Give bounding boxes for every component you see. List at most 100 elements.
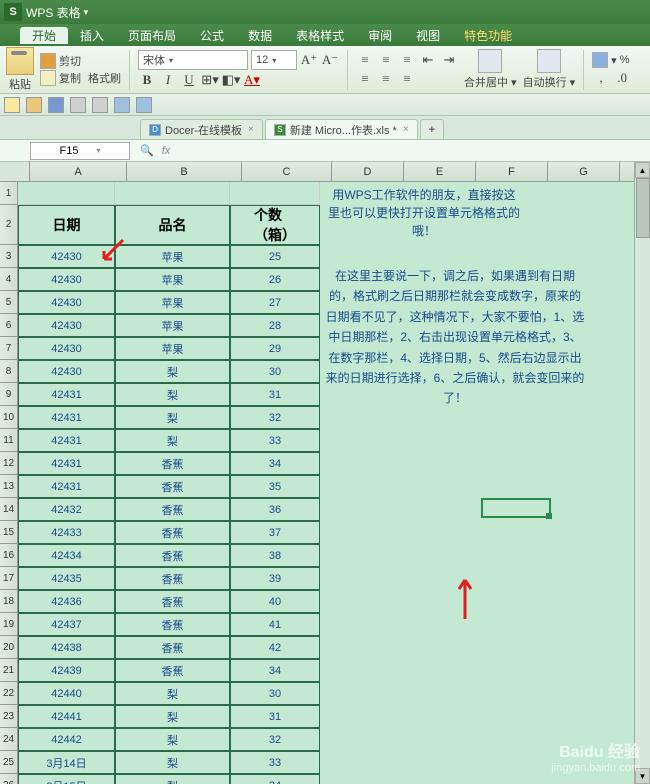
data-cell[interactable]: 40 [230,590,320,613]
data-cell[interactable]: 33 [230,429,320,452]
row-header[interactable]: 19 [0,613,18,636]
preview-icon[interactable] [92,97,108,113]
data-cell[interactable]: 32 [230,728,320,751]
data-cell[interactable]: 香蕉 [115,498,230,521]
data-cell[interactable]: 香蕉 [115,590,230,613]
menu-数据[interactable]: 数据 [236,27,284,44]
data-cell[interactable]: 27 [230,291,320,314]
document-tab[interactable]: DDocer-在线模板× [140,119,263,139]
data-cell[interactable]: 梨 [115,682,230,705]
spreadsheet-grid[interactable]: ABCDEFG 12345678910111213141516171819202… [0,162,650,784]
new-tab-button[interactable]: + [420,119,444,139]
format-painter-button[interactable]: 格式刷 [88,70,121,86]
decrease-font-icon[interactable]: A⁻ [321,51,339,69]
cell[interactable] [115,182,230,205]
data-cell[interactable]: 25 [230,245,320,268]
align-middle-icon[interactable]: ≡ [377,51,395,69]
data-cell[interactable]: 香蕉 [115,613,230,636]
data-cell[interactable]: 梨 [115,705,230,728]
table-header[interactable]: 品名 [115,205,230,245]
number-format-icon[interactable] [592,52,608,68]
undo-icon[interactable] [114,97,130,113]
row-header[interactable]: 1 [0,182,18,205]
row-header[interactable]: 18 [0,590,18,613]
data-cell[interactable]: 37 [230,521,320,544]
percent-button[interactable]: % [620,54,630,66]
scroll-thumb[interactable] [636,178,650,238]
data-cell[interactable]: 38 [230,544,320,567]
data-cell[interactable]: 香蕉 [115,659,230,682]
data-cell[interactable]: 3月14日 [18,751,115,774]
merge-center-button[interactable]: 合并居中 ▾ [464,74,517,90]
data-cell[interactable]: 28 [230,314,320,337]
data-cell[interactable]: 31 [230,705,320,728]
font-combo[interactable]: 宋体▾ [138,50,248,70]
col-header-D[interactable]: D [332,162,404,181]
row-header[interactable]: 14 [0,498,18,521]
new-icon[interactable] [4,97,20,113]
data-cell[interactable]: 42437 [18,613,115,636]
table-header[interactable]: 日期 [18,205,115,245]
data-cell[interactable]: 34 [230,659,320,682]
menu-页面布局[interactable]: 页面布局 [116,27,188,44]
data-cell[interactable]: 42434 [18,544,115,567]
font-size-combo[interactable]: 12▾ [251,50,297,70]
scissors-icon[interactable] [40,53,56,69]
align-center-icon[interactable]: ≡ [377,70,395,88]
data-cell[interactable]: 42441 [18,705,115,728]
data-cell[interactable]: 42433 [18,521,115,544]
merge-icon[interactable] [478,49,502,73]
menu-插入[interactable]: 插入 [68,27,116,44]
col-header-A[interactable]: A [30,162,127,181]
menu-公式[interactable]: 公式 [188,27,236,44]
row-header[interactable]: 6 [0,314,18,337]
row-header[interactable]: 8 [0,360,18,383]
app-menu-dropdown-icon[interactable]: ▾ [84,7,89,18]
data-cell[interactable]: 34 [230,774,320,784]
select-all-corner[interactable] [0,162,30,181]
open-icon[interactable] [26,97,42,113]
row-header[interactable]: 5 [0,291,18,314]
increase-font-icon[interactable]: A⁺ [300,51,318,69]
align-bottom-icon[interactable]: ≡ [398,51,416,69]
underline-button[interactable]: U [180,71,198,89]
row-header[interactable]: 25 [0,751,18,774]
data-cell[interactable]: 34 [230,452,320,475]
data-cell[interactable]: 3月15日 [18,774,115,784]
bold-button[interactable]: B [138,71,156,89]
indent-right-icon[interactable]: ⇥ [440,51,458,69]
row-header[interactable]: 23 [0,705,18,728]
col-header-F[interactable]: F [476,162,548,181]
decrease-decimal-icon[interactable]: .0 [613,69,631,87]
align-top-icon[interactable]: ≡ [356,51,374,69]
menu-审阅[interactable]: 审阅 [356,27,404,44]
data-cell[interactable]: 苹果 [115,314,230,337]
data-cell[interactable]: 42430 [18,314,115,337]
data-cell[interactable]: 梨 [115,728,230,751]
data-cell[interactable]: 29 [230,337,320,360]
data-cell[interactable]: 梨 [115,406,230,429]
col-header-B[interactable]: B [127,162,242,181]
data-cell[interactable]: 香蕉 [115,475,230,498]
name-box[interactable]: F15 ▾ [30,142,130,160]
redo-icon[interactable] [136,97,152,113]
row-header[interactable]: 21 [0,659,18,682]
fill-color-button[interactable]: ◧▾ [222,71,240,89]
row-header[interactable]: 15 [0,521,18,544]
data-cell[interactable]: 30 [230,360,320,383]
data-cell[interactable]: 42435 [18,567,115,590]
data-cell[interactable]: 苹果 [115,268,230,291]
menu-开始[interactable]: 开始 [20,27,68,44]
data-cell[interactable]: 42430 [18,268,115,291]
data-cell[interactable]: 42430 [18,291,115,314]
data-cell[interactable]: 42430 [18,337,115,360]
copy-icon[interactable] [40,70,56,86]
scroll-up-icon[interactable]: ▲ [635,162,650,178]
save-icon[interactable] [48,97,64,113]
wrap-icon[interactable] [537,49,561,73]
row-header[interactable]: 13 [0,475,18,498]
data-cell[interactable]: 41 [230,613,320,636]
data-cell[interactable]: 42436 [18,590,115,613]
data-cell[interactable]: 42431 [18,475,115,498]
align-right-icon[interactable]: ≡ [398,70,416,88]
